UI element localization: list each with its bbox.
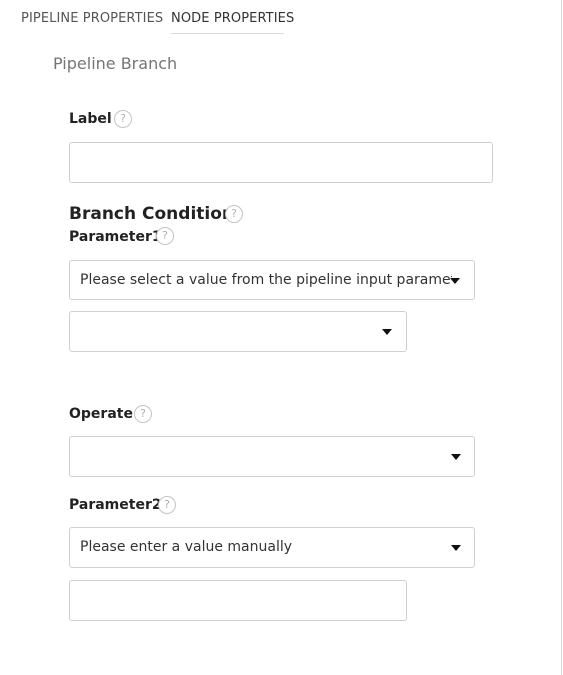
caret-down-icon bbox=[451, 545, 461, 551]
branch-condition-heading: Branch Condition bbox=[69, 204, 235, 224]
parameter2-value-input[interactable] bbox=[69, 580, 407, 621]
parameter1-source-select[interactable]: Please select a value from the pipeline … bbox=[69, 260, 475, 300]
section-title: Pipeline Branch bbox=[53, 54, 178, 73]
tab-pipeline-properties[interactable]: PIPELINE PROPERTIES bbox=[21, 11, 163, 26]
parameter1-help-icon[interactable]: ? bbox=[156, 227, 174, 245]
active-tab-indicator bbox=[171, 33, 284, 34]
operate-label: Operate bbox=[69, 406, 133, 422]
label-input[interactable] bbox=[69, 142, 493, 183]
label-help-icon[interactable]: ? bbox=[114, 110, 132, 128]
label-field-label: Label bbox=[69, 111, 112, 127]
operate-help-icon[interactable]: ? bbox=[134, 405, 152, 423]
branch-condition-help-icon[interactable]: ? bbox=[225, 205, 243, 223]
parameter1-label: Parameter1 bbox=[69, 229, 162, 245]
parameter2-source-value: Please enter a value manually bbox=[80, 539, 293, 555]
tab-node-properties[interactable]: NODE PROPERTIES bbox=[171, 11, 294, 26]
parameter1-value-select[interactable] bbox=[69, 311, 407, 352]
parameter1-source-value: Please select a value from the pipeline … bbox=[80, 272, 452, 288]
parameter2-label: Parameter2 bbox=[69, 497, 162, 513]
caret-down-icon bbox=[382, 329, 392, 335]
caret-down-icon bbox=[450, 278, 460, 284]
parameter2-help-icon[interactable]: ? bbox=[158, 496, 176, 514]
caret-down-icon bbox=[451, 454, 461, 460]
properties-tabs: PIPELINE PROPERTIES NODE PROPERTIES bbox=[0, 0, 561, 36]
operate-select[interactable] bbox=[69, 436, 475, 477]
parameter2-source-select[interactable]: Please enter a value manually bbox=[69, 527, 475, 568]
panel-right-border bbox=[561, 0, 562, 675]
